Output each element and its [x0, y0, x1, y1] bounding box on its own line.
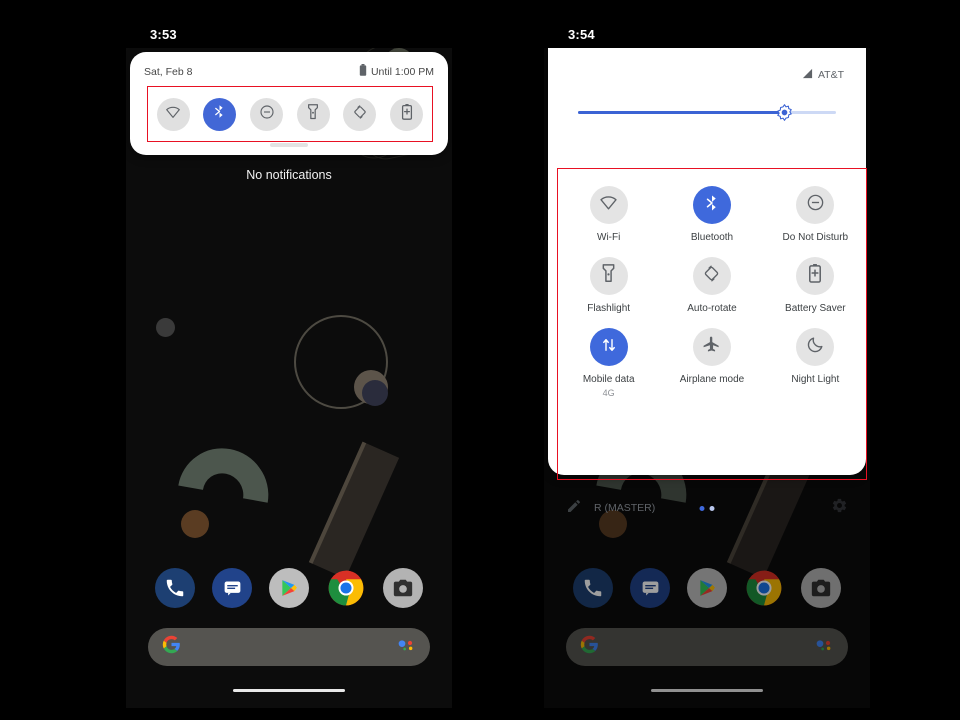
right-quick-settings-panel: AT&T Wi-Fi Bluetooth Do Not Disturb Flas…: [548, 48, 867, 514]
dock-app-messages[interactable]: [212, 568, 252, 608]
page-dot-2[interactable]: [709, 505, 715, 511]
left-google-search-bar[interactable]: [148, 628, 430, 666]
right-status-clock: 3:54: [568, 27, 595, 42]
left-phone: No notifications Sat, Feb 8 Until 1:00 P…: [126, 48, 452, 708]
no-notifications-text: No notifications: [246, 168, 332, 182]
messages-icon: [222, 578, 243, 599]
left-notification-shade: Sat, Feb 8 Until 1:00 PM: [130, 52, 448, 155]
annotation-box-quick-settings-grid: [557, 168, 867, 480]
chrome-icon: [327, 569, 365, 607]
brightness-fill: [578, 111, 785, 114]
brightness-icon[interactable]: [776, 104, 793, 121]
wallpaper-grey-dot: [156, 318, 175, 337]
wallpaper-hook-dot: [181, 510, 209, 538]
left-dock: [126, 568, 452, 608]
shade-battery-status: Until 1:00 PM: [359, 64, 434, 79]
shade-drag-handle[interactable]: [270, 143, 308, 147]
right-phone: AT&T Wi-Fi Bluetooth Do Not Disturb Flas…: [544, 48, 870, 708]
wallpaper-bar-shape: [308, 441, 400, 579]
gear-icon[interactable]: [831, 497, 848, 519]
dock-app-play-store[interactable]: [269, 568, 309, 608]
play-store-icon: [279, 578, 299, 598]
annotation-box-compact-tiles: [147, 86, 433, 142]
wallpaper-hook-shape: [159, 430, 287, 558]
shade-header: Sat, Feb 8 Until 1:00 PM: [130, 52, 448, 79]
dock-app-chrome[interactable]: [326, 568, 366, 608]
battery-icon: [359, 64, 367, 79]
footer-user-label: R (MASTER): [594, 502, 656, 514]
left-status-clock: 3:53: [150, 27, 177, 42]
wallpaper-navy-dot: [362, 380, 388, 406]
carrier-label: AT&T: [817, 69, 844, 81]
quick-settings-footer: R (MASTER): [548, 488, 866, 528]
assistant-icon[interactable]: [396, 638, 416, 657]
status-bar-carrier: AT&T: [548, 48, 866, 82]
dock-app-phone[interactable]: [155, 568, 195, 608]
battery-status-text: Until 1:00 PM: [370, 65, 434, 78]
shade-date: Sat, Feb 8: [144, 65, 193, 78]
page-dot-1[interactable]: [699, 505, 705, 511]
pencil-icon[interactable]: [566, 498, 582, 519]
phone-icon: [164, 577, 186, 599]
brightness-slider[interactable]: [578, 104, 836, 121]
google-g-icon: [162, 635, 181, 659]
camera-icon: [392, 577, 414, 599]
page-indicator-dots: [699, 505, 715, 511]
screenshot-root: 3:53 No notifications Sat, Feb 8 Until 1…: [0, 0, 960, 720]
left-nav-gesture-pill[interactable]: [233, 689, 345, 692]
signal-icon: [802, 68, 813, 82]
dock-app-camera[interactable]: [383, 568, 423, 608]
